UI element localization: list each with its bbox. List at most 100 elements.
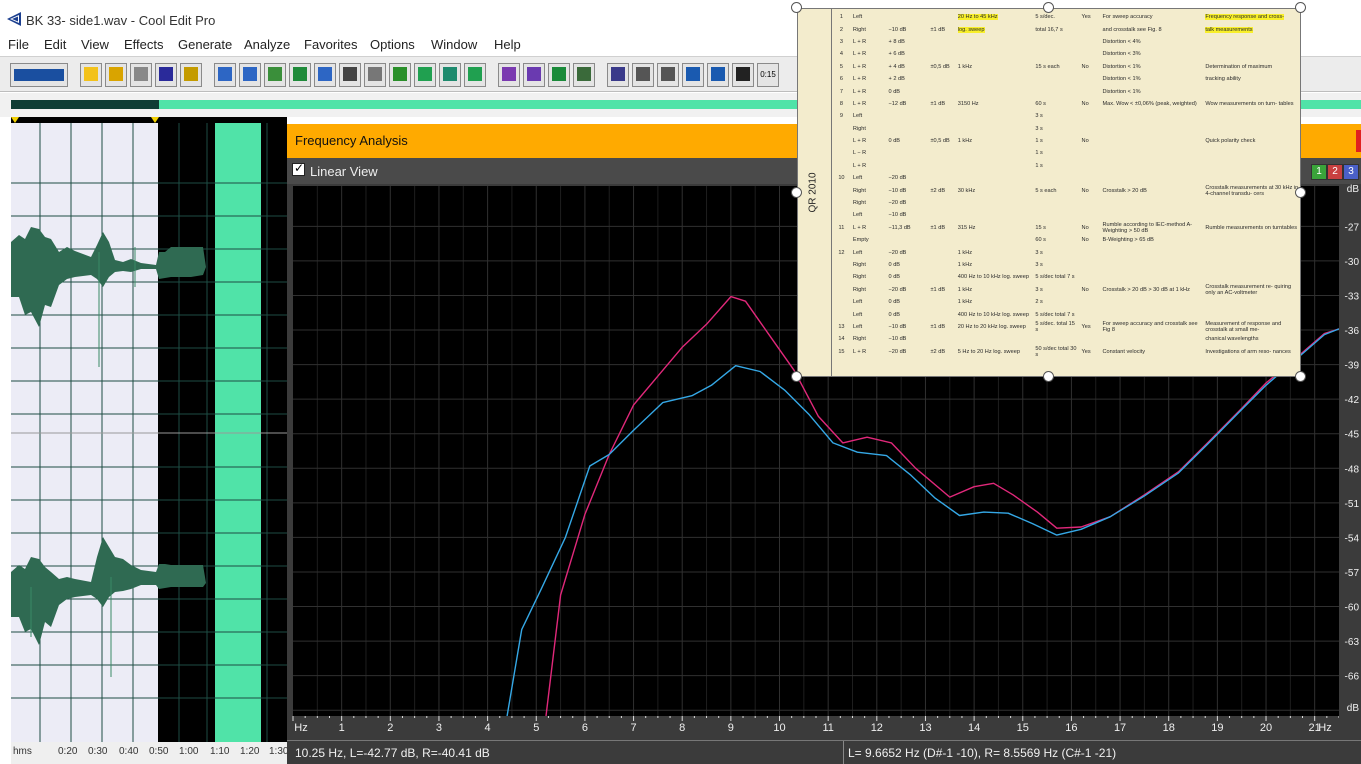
cd-button[interactable] <box>632 63 654 87</box>
mix-paste-button[interactable] <box>414 63 436 87</box>
grid-button[interactable] <box>548 63 570 87</box>
window-title: BK 33- side1.wav - Cool Edit Pro <box>26 13 216 28</box>
table-cell <box>928 36 955 48</box>
x-tick-label: 3 <box>436 722 442 734</box>
menu-favorites[interactable]: Favorites <box>304 37 357 52</box>
table-cell <box>1101 147 1204 159</box>
table-cell: Left <box>852 113 863 120</box>
redo-button[interactable] <box>239 63 261 87</box>
table-row: Left 0 dB 1 kHz 2 s <box>832 296 1300 308</box>
resize-handle-top-left[interactable] <box>791 2 802 13</box>
open-button[interactable] <box>105 63 127 87</box>
table-cell: 3 s <box>1035 113 1043 120</box>
table-cell <box>1101 135 1204 147</box>
settings-button[interactable] <box>523 63 545 87</box>
table-cell <box>832 147 851 159</box>
y-tick-label: -33 <box>1345 291 1360 302</box>
table-cell <box>887 110 929 122</box>
table-cell: 30 kHz <box>957 187 976 194</box>
frequency-analysis-title: Frequency Analysis <box>295 133 408 148</box>
table-cell: 15 s each <box>1035 63 1060 70</box>
menu-analyze[interactable]: Analyze <box>244 37 290 52</box>
linear-view-checkbox[interactable] <box>292 161 305 176</box>
table-cell <box>956 85 1034 97</box>
open-icon <box>109 67 123 81</box>
resize-handle-bottom-left[interactable] <box>791 371 802 382</box>
table-cell <box>1101 296 1204 308</box>
time-button[interactable] <box>732 63 754 87</box>
table-row: Right −20 dB ±1 dB 1 kHz 3 s No Crosstalk > 20… <box>832 284 1300 296</box>
waveform-panel[interactable] <box>11 117 287 742</box>
save-button[interactable] <box>155 63 177 87</box>
table-cell <box>928 296 955 308</box>
paste-button[interactable] <box>364 63 386 87</box>
copy-button[interactable] <box>314 63 336 87</box>
table-cell: Rumble measurements on turntables <box>1205 224 1298 231</box>
toggle-wave-button[interactable] <box>10 63 68 87</box>
table-cell: L + R <box>852 138 867 145</box>
crop-button[interactable] <box>439 63 461 87</box>
new-button[interactable] <box>80 63 102 87</box>
zoom-button[interactable] <box>707 63 729 87</box>
table-cell: Distortion < 4% <box>1102 38 1141 45</box>
menu-view[interactable]: View <box>81 37 109 52</box>
table-cell: No <box>1081 63 1089 70</box>
table-cell <box>1203 209 1300 221</box>
ruler-unit-label: hms <box>13 746 32 757</box>
table-cell <box>832 197 851 209</box>
channel-button-1[interactable]: 1 <box>1311 164 1327 180</box>
save-all-button[interactable] <box>180 63 202 87</box>
close-button[interactable] <box>130 63 152 87</box>
pasted-table-image[interactable]: QR 2010 1 Left 20 Hz to 45 kHz 5 s/dec. Yes F… <box>797 8 1301 377</box>
table-cell <box>1203 110 1300 122</box>
channel-button-3[interactable]: 3 <box>1343 164 1359 180</box>
time-display-button[interactable]: 0:15 <box>757 63 779 87</box>
play-button[interactable] <box>682 63 704 87</box>
table-cell <box>956 147 1034 159</box>
table-cell: Right <box>852 262 866 268</box>
repeat-button[interactable] <box>264 63 286 87</box>
cut-button[interactable] <box>339 63 361 87</box>
table-cell <box>832 184 851 196</box>
spectral-button[interactable] <box>498 63 520 87</box>
menu-effects[interactable]: Effects <box>124 37 164 52</box>
menu-options[interactable]: Options <box>370 37 415 52</box>
ruler-tick-label: 1:20 <box>240 746 260 757</box>
channel-button-2[interactable]: 2 <box>1327 164 1343 180</box>
cut-icon <box>343 67 357 81</box>
table-cell <box>832 296 851 308</box>
app-logo-icon <box>6 11 22 27</box>
multitrack-button[interactable] <box>573 63 595 87</box>
resize-handle-right[interactable] <box>1295 187 1306 198</box>
table-cell <box>1101 271 1204 283</box>
menu-help[interactable]: Help <box>494 37 521 52</box>
menu-window[interactable]: Window <box>431 37 477 52</box>
table-cell: No <box>1081 187 1089 194</box>
menu-file[interactable]: File <box>8 37 29 52</box>
resize-handle-bottom[interactable] <box>1043 371 1054 382</box>
trim-button[interactable] <box>464 63 486 87</box>
paste-new-button[interactable] <box>389 63 411 87</box>
resize-handle-left[interactable] <box>791 187 802 198</box>
cursor-button[interactable] <box>657 63 679 87</box>
table-cell <box>1080 308 1101 320</box>
overview-viewport[interactable] <box>11 100 159 109</box>
zoom-full-button[interactable] <box>289 63 311 87</box>
table-row: L + R 1 s <box>832 160 1300 172</box>
table-cell: 3 <box>839 38 843 45</box>
undo-button[interactable] <box>214 63 236 87</box>
table-cell: 0 dB <box>888 311 901 318</box>
menu-edit[interactable]: Edit <box>44 37 66 52</box>
cd-icon <box>636 67 650 81</box>
close-icon[interactable] <box>1356 130 1361 152</box>
status-bar: 10.25 Hz, L=-42.77 dB, R=-40.41 dB L= 9.… <box>287 740 1361 764</box>
menu-generate[interactable]: Generate <box>178 37 232 52</box>
view-button[interactable] <box>607 63 629 87</box>
resize-handle-bottom-right[interactable] <box>1295 371 1306 382</box>
resize-handle-top[interactable] <box>1043 2 1054 13</box>
table-cell: ±1 dB <box>930 100 946 107</box>
time-ruler[interactable]: hms 0:20 0:30 0:40 0:50 1:00 1:10 1:20 1… <box>11 742 288 764</box>
resize-handle-top-right[interactable] <box>1295 2 1306 13</box>
table-cell: Left <box>852 311 863 318</box>
table-cell: L + R <box>852 100 867 107</box>
